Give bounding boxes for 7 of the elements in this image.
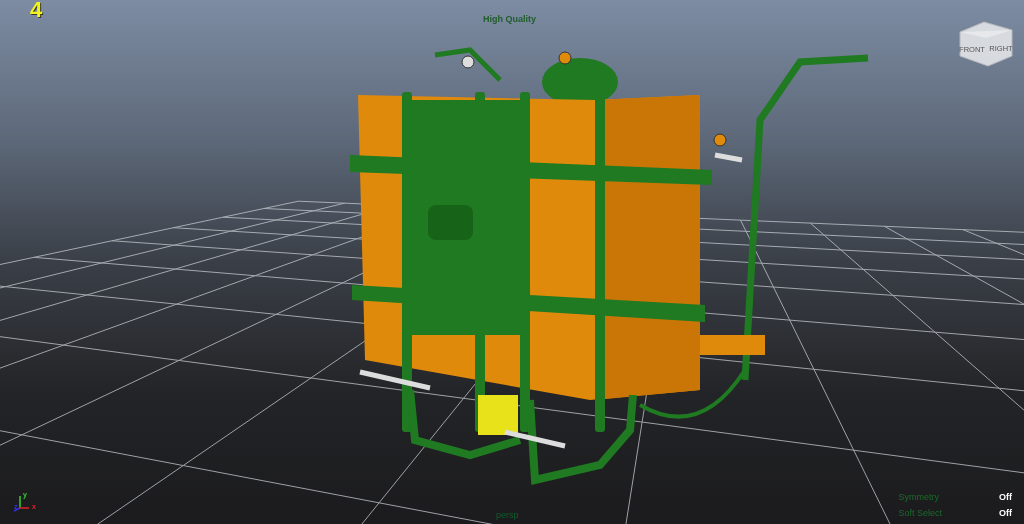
frame-number: 4 — [30, 0, 43, 23]
hud-value: Off — [998, 491, 1012, 504]
hud-label: Soft Select — [898, 506, 942, 520]
hud-label: Symmetry — [898, 491, 940, 504]
hud-value: Off — [998, 506, 1012, 520]
camera-name: persp — [496, 509, 519, 522]
quality-label: High Quality — [483, 13, 536, 26]
